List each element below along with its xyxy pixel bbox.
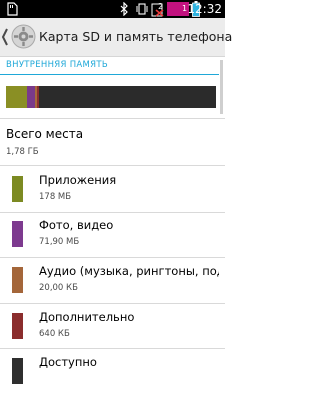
divider	[0, 257, 225, 258]
back-chevron-icon[interactable]	[1, 25, 9, 49]
notification-icon: 1	[167, 2, 189, 16]
status-badge-2: 1	[182, 4, 188, 13]
divider	[0, 303, 225, 304]
divider	[0, 165, 225, 166]
category-value: 71,90 МБ	[39, 237, 80, 247]
category-row-available[interactable]: Доступно	[0, 352, 225, 396]
page-title: Карта SD и память телефона	[39, 29, 233, 44]
action-bar: Карта SD и память телефона	[0, 18, 232, 57]
section-divider	[0, 74, 219, 75]
vibrate-icon	[136, 3, 148, 15]
category-label: Фото, видео	[39, 218, 114, 232]
category-swatch	[12, 267, 23, 293]
scrollbar[interactable]	[220, 60, 223, 114]
category-row-apps[interactable]: Приложения 178 МБ	[0, 170, 225, 214]
divider	[0, 118, 225, 119]
category-swatch	[12, 221, 23, 247]
no-sim-icon: 2	[151, 2, 165, 17]
category-row-photos-video[interactable]: Фото, видео 71,90 МБ	[0, 215, 225, 259]
storage-usage-bar	[6, 86, 216, 108]
status-badge-1: 2	[158, 2, 164, 11]
bluetooth-icon	[120, 2, 128, 16]
usage-segment-misc	[37, 86, 39, 108]
divider	[0, 348, 225, 349]
category-value: 20,00 КБ	[39, 283, 78, 293]
settings-app-icon[interactable]	[11, 24, 36, 49]
status-bar: 2 1 12:32	[0, 0, 225, 18]
category-row-misc[interactable]: Дополнительно 640 КБ	[0, 307, 225, 351]
usage-segment-photos-video	[27, 86, 35, 108]
category-label: Дополнительно	[39, 310, 135, 324]
sd-card-icon	[7, 2, 18, 16]
section-header-internal-storage: ВНУТРЕННЯЯ ПАМЯТЬ	[6, 60, 108, 70]
total-space-label: Всего места	[6, 127, 84, 141]
divider	[0, 212, 225, 213]
category-value: 640 КБ	[39, 329, 70, 339]
category-swatch	[12, 176, 23, 202]
category-label: Аудио (музыка, рингтоны, подкасты)	[39, 264, 219, 278]
category-label: Приложения	[39, 173, 117, 187]
total-space-value: 1,78 ГБ	[6, 147, 39, 157]
category-swatch	[12, 313, 23, 339]
category-label: Доступно	[39, 355, 97, 369]
usage-segment-apps	[6, 86, 27, 108]
category-value: 178 МБ	[39, 192, 72, 202]
category-swatch	[12, 358, 23, 384]
category-row-audio[interactable]: Аудио (музыка, рингтоны, подкасты) 20,00…	[0, 261, 225, 305]
status-clock: 12:32	[187, 2, 222, 16]
